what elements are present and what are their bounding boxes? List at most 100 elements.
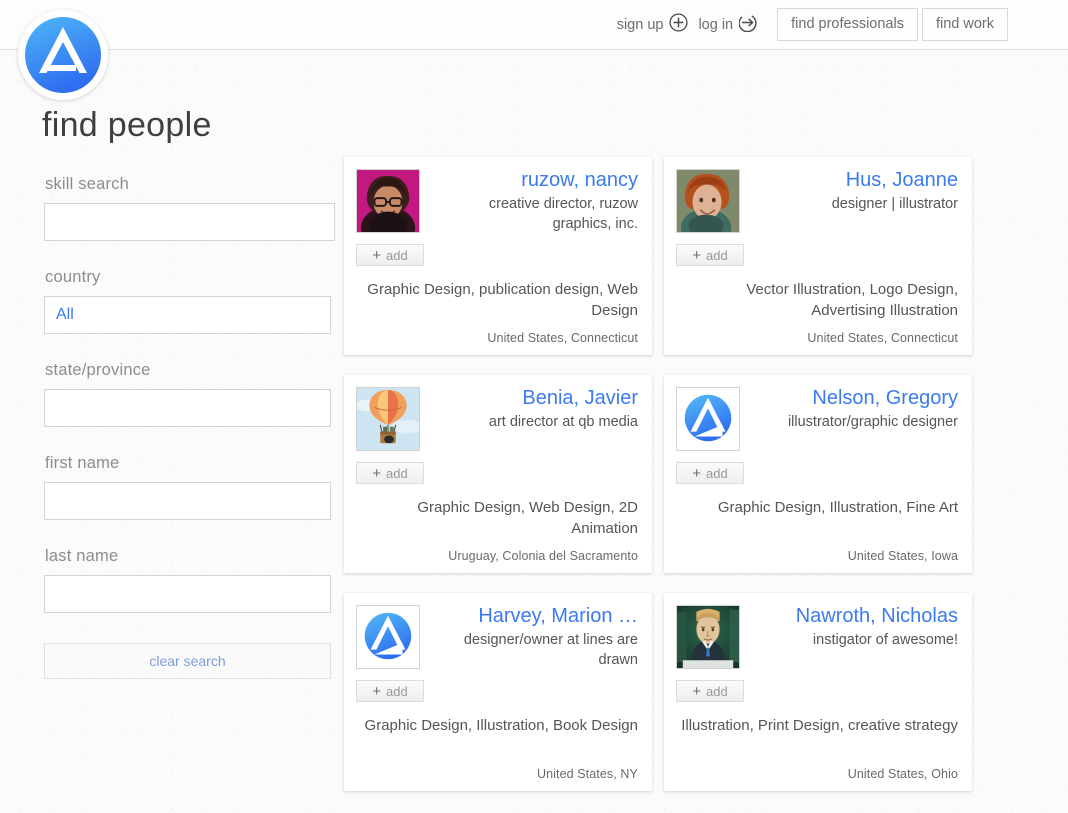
log-in-label: log in [698, 16, 734, 33]
person-card-right: ruzow, nancy creative director, ruzow gr… [426, 169, 638, 266]
person-name-link[interactable]: ruzow, nancy [432, 169, 638, 191]
person-title: creative director, ruzow graphics, inc. [488, 196, 638, 232]
person-card[interactable]: + add Benia, Javier art director at qb m… [344, 375, 652, 573]
person-card-right: Harvey, Marion … designer/owner at lines… [426, 605, 638, 702]
person-card-right: Nawroth, Nicholas instigator of awesome! [746, 605, 958, 702]
add-button-label: add [386, 247, 408, 263]
person-card-right: Nelson, Gregory illustrator/graphic desi… [746, 387, 958, 484]
person-location: United States, NY [536, 767, 638, 781]
avatar[interactable] [676, 605, 740, 669]
person-skills: Vector Illustration, Logo Design, Advert… [746, 281, 958, 319]
add-person-button[interactable]: + add [356, 462, 424, 484]
person-card-left: + add [356, 169, 426, 266]
person-title: art director at qb media [488, 414, 638, 431]
person-card-top: + add Harvey, Marion … designer/owner at… [356, 605, 638, 702]
person-card[interactable]: + add ruzow, nancy creative director, ru… [344, 157, 652, 355]
person-card-left: + add [676, 387, 746, 484]
person-title: instigator of awesome! [812, 632, 958, 649]
person-name-link[interactable]: Nelson, Gregory [752, 387, 958, 409]
first-name-label: first name [45, 454, 120, 472]
header-nav: sign up log in find professionals find w… [612, 0, 1008, 49]
add-button-label: add [706, 683, 728, 699]
person-location: United States, Connecticut [807, 331, 958, 345]
clear-search-button[interactable]: clear search [44, 643, 331, 679]
state-province-input[interactable] [44, 389, 331, 427]
person-skills: Graphic Design, publication design, Web … [367, 281, 638, 319]
search-filter-sidebar: skill search country All state/province … [44, 175, 336, 679]
add-button-label: add [706, 465, 728, 481]
country-label: country [45, 268, 101, 286]
avatar[interactable] [356, 169, 420, 233]
plus-icon: + [372, 682, 382, 700]
person-card-left: + add [676, 169, 746, 266]
person-card-left: + add [356, 605, 426, 702]
add-button-label: add [386, 683, 408, 699]
add-person-button[interactable]: + add [676, 462, 744, 484]
person-name-link[interactable]: Hus, Joanne [752, 169, 958, 191]
person-name-link[interactable]: Nawroth, Nicholas [752, 605, 958, 627]
add-person-button[interactable]: + add [676, 244, 744, 266]
person-title: designer | illustrator [831, 196, 958, 213]
letter-a-circle-logo [25, 17, 101, 93]
person-card-top: + add ruzow, nancy creative director, ru… [356, 169, 638, 266]
find-professionals-button[interactable]: find professionals [777, 7, 918, 42]
add-button-label: add [706, 247, 728, 263]
person-title: designer/owner at lines are drawn [463, 632, 638, 668]
site-header: sign up log in find professionals find w… [0, 0, 1068, 50]
add-person-button[interactable]: + add [356, 244, 424, 266]
find-work-button[interactable]: find work [921, 7, 1008, 42]
skill-search-label: skill search [45, 175, 130, 193]
plus-icon: + [372, 246, 382, 264]
person-name-link[interactable]: Benia, Javier [432, 387, 638, 409]
person-location: United States, Connecticut [487, 331, 638, 345]
country-selected-value: All [56, 306, 74, 323]
country-select[interactable]: All [44, 296, 331, 334]
person-card-top: + add Nelson, Gregory illustrator/graphi… [676, 387, 958, 484]
add-person-button[interactable]: + add [676, 680, 744, 702]
arrow-right-circle-icon [738, 13, 758, 36]
person-name-link[interactable]: Harvey, Marion … [432, 605, 638, 627]
clear-search-label: clear search [149, 653, 226, 669]
person-card[interactable]: + add Nelson, Gregory illustrator/graphi… [664, 375, 972, 573]
avatar[interactable] [676, 169, 740, 233]
sign-up-link[interactable]: sign up [612, 13, 694, 36]
page-title: find people [42, 106, 212, 144]
person-location: Uruguay, Colonia del Sacramento [448, 549, 638, 563]
skill-search-input[interactable] [44, 203, 335, 241]
person-skills: Graphic Design, Web Design, 2D Animation [417, 499, 638, 537]
person-card-top: + add Nawroth, Nicholas instigator of aw… [676, 605, 958, 702]
log-in-link[interactable]: log in [693, 13, 763, 36]
person-card[interactable]: + add Harvey, Marion … designer/owner at… [344, 593, 652, 791]
person-location: United States, Ohio [847, 767, 958, 781]
avatar[interactable] [356, 605, 420, 669]
person-card-top: + add Hus, Joanne designer | illustrator [676, 169, 958, 266]
people-results-grid: + add ruzow, nancy creative director, ru… [344, 157, 984, 791]
person-skills: Graphic Design, Illustration, Book Desig… [364, 717, 638, 734]
add-button-label: add [386, 465, 408, 481]
avatar[interactable] [676, 387, 740, 451]
plus-icon: + [692, 246, 702, 264]
person-title: illustrator/graphic designer [787, 414, 958, 431]
person-card-right: Benia, Javier art director at qb media [426, 387, 638, 484]
person-skills: Illustration, Print Design, creative str… [681, 717, 958, 734]
person-card-left: + add [676, 605, 746, 702]
person-card[interactable]: + add Hus, Joanne designer | illustrator… [664, 157, 972, 355]
last-name-label: last name [45, 547, 119, 565]
last-name-input[interactable] [44, 575, 331, 613]
person-card-right: Hus, Joanne designer | illustrator [746, 169, 958, 266]
person-card-top: + add Benia, Javier art director at qb m… [356, 387, 638, 484]
plus-icon: + [692, 682, 702, 700]
plus-icon: + [692, 464, 702, 482]
site-logo[interactable] [18, 10, 108, 100]
person-location: United States, Iowa [847, 549, 958, 563]
person-skills: Graphic Design, Illustration, Fine Art [717, 499, 958, 516]
sign-up-label: sign up [616, 16, 664, 33]
first-name-input[interactable] [44, 482, 331, 520]
avatar[interactable] [356, 387, 420, 451]
plus-circle-icon [669, 13, 689, 36]
add-person-button[interactable]: + add [356, 680, 424, 702]
person-card[interactable]: + add Nawroth, Nicholas instigator of aw… [664, 593, 972, 791]
person-card-left: + add [356, 387, 426, 484]
plus-icon: + [372, 464, 382, 482]
state-province-label: state/province [45, 361, 151, 379]
